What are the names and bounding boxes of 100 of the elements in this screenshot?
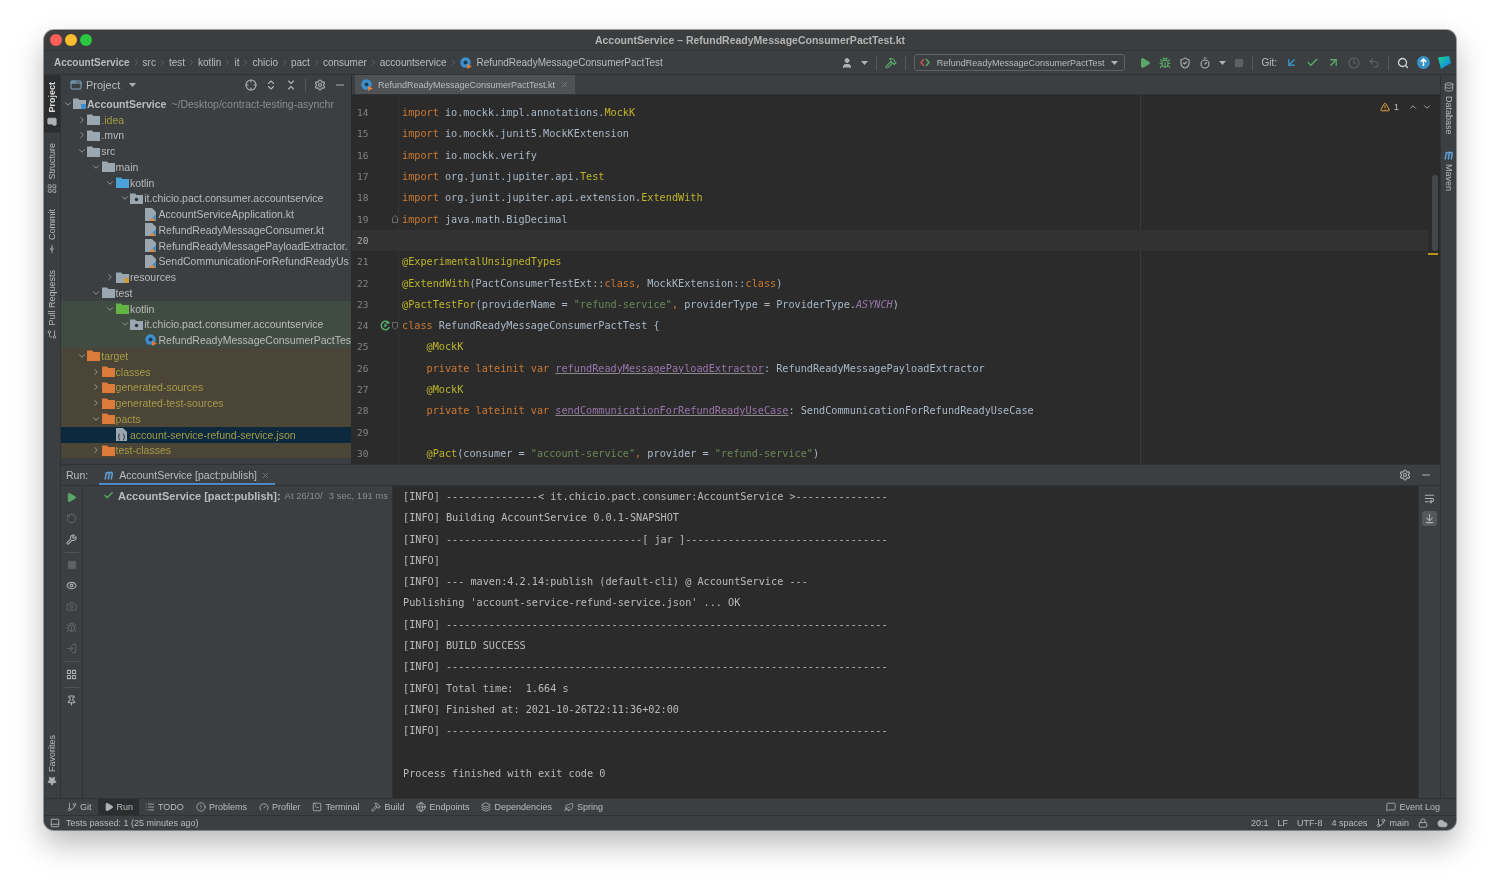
timer-icon[interactable]: [1199, 56, 1212, 69]
breadcrumb-item[interactable]: test: [168, 57, 186, 68]
tool-window-button[interactable]: Project: [44, 76, 60, 133]
status-item[interactable]: LF: [1277, 818, 1288, 828]
breadcrumb-item[interactable]: it: [234, 57, 240, 68]
tree-item[interactable]: kotlin: [61, 174, 351, 191]
wrench-icon[interactable]: [66, 534, 77, 545]
tool-window-button[interactable]: Dependencies: [475, 799, 558, 815]
tree-item[interactable]: AccountService [pact:publish]: At 26/10/ 3 sec, 191 ms: [83, 487, 392, 504]
line-number: 27: [357, 384, 369, 395]
panel-icon[interactable]: [50, 818, 60, 828]
cloud-icon[interactable]: [1437, 817, 1448, 829]
tool-window-button[interactable]: Database: [1441, 76, 1456, 141]
tool-window-button[interactable]: Event Log: [1380, 799, 1446, 815]
folder-icon: [73, 98, 86, 110]
circular-arrow-icon[interactable]: [380, 320, 391, 332]
close-icon[interactable]: [260, 470, 270, 480]
run-configuration-dropdown[interactable]: RefundReadyMessageConsumerPactTest: [913, 54, 1126, 71]
tool-window-button[interactable]: Commit: [44, 203, 60, 261]
tree-item[interactable]: it.chicio.pact.consumer.accountservice: [61, 190, 351, 207]
bug-icon[interactable]: [1159, 56, 1172, 69]
tree-item[interactable]: AccountServiceApplication.kt: [61, 206, 351, 222]
tree-item[interactable]: src: [61, 143, 351, 159]
scroll-to-end-icon[interactable]: [1422, 511, 1437, 526]
close-button[interactable]: [50, 34, 62, 46]
tool-window-button[interactable]: Favorites: [44, 729, 60, 792]
hammer-icon[interactable]: [884, 56, 897, 69]
pin-icon[interactable]: [66, 695, 77, 706]
breadcrumb-item[interactable]: pact: [291, 57, 310, 68]
tree-item[interactable]: generated-test-sources: [61, 395, 351, 411]
breadcrumb-item[interactable]: src: [142, 57, 156, 68]
tree-item[interactable]: target: [61, 348, 351, 364]
settings-icon[interactable]: [314, 79, 326, 91]
tool-window-button[interactable]: Problems: [189, 799, 253, 815]
collapse-icon[interactable]: [285, 79, 297, 91]
tree-item[interactable]: RefundReadyMessageConsumer.kt: [61, 222, 351, 238]
breadcrumb-item[interactable]: AccountService: [54, 57, 130, 68]
file-icon: [144, 207, 156, 221]
tree-item[interactable]: main: [61, 159, 351, 175]
settings-icon[interactable]: [1399, 469, 1411, 481]
tool-window-button[interactable]: Spring: [558, 799, 610, 815]
tool-window-button[interactable]: Maven: [1441, 144, 1456, 197]
arrow-up-circle-icon[interactable]: [1417, 56, 1430, 69]
warning-icon[interactable]: [1379, 101, 1390, 112]
caret-icon[interactable]: [1219, 60, 1227, 65]
breadcrumb-item[interactable]: kotlin: [198, 57, 222, 68]
arrow-up-right-icon[interactable]: [1327, 56, 1340, 69]
lock-icon[interactable]: [1418, 818, 1428, 828]
arrow-down-left-icon[interactable]: [1285, 56, 1298, 69]
console-line: [INFO] ------------------------------------------------------------------------: [403, 724, 888, 739]
view-dropdown[interactable]: Project: [86, 79, 137, 91]
zoom-button[interactable]: [80, 34, 92, 46]
editor-tab[interactable]: RefundReadyMessageConsumerPactTest.kt: [355, 75, 576, 94]
tool-window-button[interactable]: Pull Requests: [44, 264, 60, 346]
tool-window-button[interactable]: Profiler: [252, 799, 307, 815]
minimize-button[interactable]: [65, 34, 77, 46]
tool-window-button[interactable]: Endpoints: [410, 799, 476, 815]
scrollbar-thumb[interactable]: [1432, 175, 1438, 251]
tool-window-button[interactable]: Run: [97, 799, 140, 815]
tool-window-button[interactable]: Build: [365, 799, 411, 815]
caret-icon[interactable]: [860, 60, 868, 65]
expand-icon[interactable]: [265, 79, 277, 91]
tree-item[interactable]: .idea: [61, 111, 351, 128]
breadcrumb-item[interactable]: chicio: [252, 57, 278, 68]
tree-item[interactable]: kotlin: [61, 300, 351, 317]
tree-item[interactable]: pacts: [61, 411, 351, 427]
tool-window-button[interactable]: Terminal: [306, 799, 366, 815]
search-icon[interactable]: [1397, 56, 1409, 69]
status-item[interactable]: 20:1: [1250, 818, 1269, 828]
fold-icon[interactable]: [392, 215, 398, 224]
shield-icon[interactable]: [1179, 56, 1192, 69]
branch-widget[interactable]: main: [1376, 818, 1409, 828]
tree-item[interactable]: .mvn: [61, 127, 351, 144]
tree-item[interactable]: RefundReadyMessageConsumerPactTes: [61, 332, 351, 348]
layout-icon[interactable]: [66, 669, 77, 680]
status-item[interactable]: 4 spaces: [1331, 818, 1368, 828]
console-line: [INFO] ------------------------------------------------------------------------: [403, 660, 888, 675]
list-icon: [145, 802, 156, 812]
fold-icon[interactable]: [392, 321, 398, 330]
status-item[interactable]: UTF-8: [1296, 818, 1323, 828]
eye-icon[interactable]: [66, 580, 77, 591]
play-icon[interactable]: [66, 492, 77, 503]
tool-window-button[interactable]: Structure: [44, 136, 60, 200]
tool-window-button[interactable]: TODO: [139, 799, 190, 815]
tree-item[interactable]: SendCommunicationForRefundReadyUs: [61, 253, 351, 270]
breadcrumb-item[interactable]: consumer: [322, 57, 367, 68]
breadcrumb-item[interactable]: RefundReadyMessageConsumerPactTest: [476, 57, 663, 68]
tree-item[interactable]: test: [61, 285, 351, 301]
tree-item[interactable]: resources: [61, 269, 351, 285]
tree-item[interactable]: RefundReadyMessagePayloadExtractor.: [61, 237, 351, 254]
tool-window-button[interactable]: Git: [61, 799, 98, 815]
console-line: [INFO] Total time: 1.664 s: [403, 681, 569, 696]
crosshair-icon[interactable]: [245, 79, 257, 91]
play-icon[interactable]: [1139, 56, 1152, 69]
logo-icon[interactable]: [1438, 56, 1451, 69]
run-tab[interactable]: AccountService [pact:publish]: [99, 465, 275, 485]
user-icon[interactable]: [840, 56, 853, 69]
check-icon[interactable]: [1306, 56, 1319, 69]
tree-item[interactable]: AccountService ~/Desktop/contract-testing-asynchr: [61, 96, 351, 112]
breadcrumb-item[interactable]: accountservice: [379, 57, 447, 68]
